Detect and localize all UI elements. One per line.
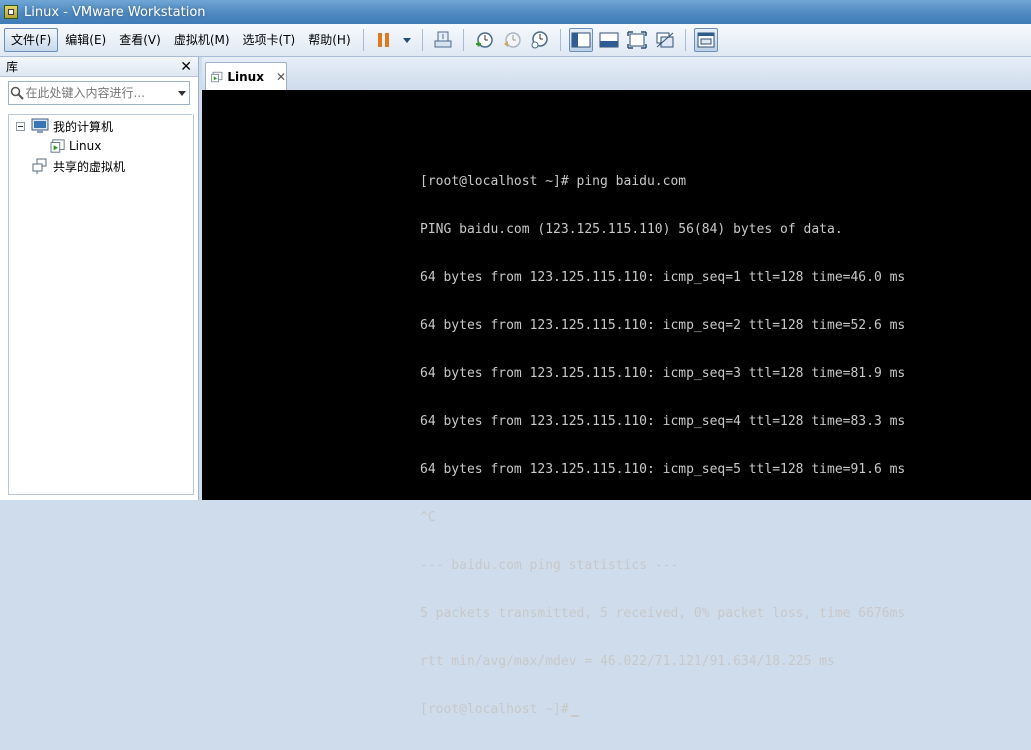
pause-icon xyxy=(378,33,390,47)
menu-toolbar: 文件(F) 编辑(E) 查看(V) 虚拟机(M) 选项卡(T) 帮助(H) xyxy=(0,24,1031,57)
menu-file[interactable]: 文件(F) xyxy=(4,28,59,52)
tree-item-shared-vms[interactable]: 共享的虚拟机 xyxy=(32,157,125,175)
tab-label: Linux xyxy=(227,69,264,84)
terminal-line: rtt min/avg/max/mdev = 46.022/71.121/91.… xyxy=(420,654,835,669)
vmware-app-icon xyxy=(4,5,18,19)
window-title: Linux - VMware Workstation xyxy=(24,4,206,20)
library-search-box[interactable] xyxy=(8,81,190,105)
library-header: 库 ✕ xyxy=(0,57,198,77)
tree-item-label: Linux xyxy=(69,139,102,153)
send-ctrl-alt-del-icon xyxy=(434,31,452,48)
terminal-line: --- baidu.com ping statistics --- xyxy=(420,558,679,573)
terminal-line: 64 bytes from 123.125.115.110: icmp_seq=… xyxy=(420,318,906,333)
snapshot-take-icon xyxy=(475,32,493,48)
thumbnail-view-icon xyxy=(697,32,715,48)
tab-strip: Linux ✕ xyxy=(202,57,1031,90)
terminal-line: ^C xyxy=(420,510,436,525)
collapse-icon[interactable] xyxy=(16,121,25,131)
snapshot-manager-icon xyxy=(531,31,548,49)
terminal-line: 64 bytes from 123.125.115.110: icmp_seq=… xyxy=(420,270,906,285)
menu-vm[interactable]: 虚拟机(M) xyxy=(168,29,236,51)
snapshot-revert-icon xyxy=(503,32,521,48)
terminal-line: 64 bytes from 123.125.115.110: icmp_seq=… xyxy=(420,366,906,381)
vm-running-icon xyxy=(50,139,65,153)
vm-console[interactable]: [root@localhost ~]# ping baidu.com PING … xyxy=(202,90,1031,717)
vm-running-icon xyxy=(211,71,223,82)
send-ctrl-alt-del-button[interactable] xyxy=(431,28,455,52)
toolbar-separator xyxy=(421,29,423,51)
tab-linux[interactable]: Linux ✕ xyxy=(205,62,287,90)
terminal-line: 64 bytes from 123.125.115.110: icmp_seq=… xyxy=(420,462,906,477)
shared-vms-icon xyxy=(32,158,47,174)
toolbar-separator xyxy=(684,29,686,51)
unity-icon xyxy=(656,32,674,48)
toolbar-separator xyxy=(559,29,561,51)
library-panel: 库 ✕ 我的计算机 Linux xyxy=(0,57,199,500)
snapshot-manager-button[interactable] xyxy=(528,28,552,52)
terminal-prompt: [root@localhost ~]# xyxy=(420,702,569,717)
menu-help[interactable]: 帮助(H) xyxy=(302,29,356,51)
close-icon[interactable]: ✕ xyxy=(180,60,192,74)
terminal-line: 64 bytes from 123.125.115.110: icmp_seq=… xyxy=(420,414,906,429)
search-dropdown-button[interactable] xyxy=(176,90,190,96)
tree-item-my-computer[interactable]: 我的计算机 xyxy=(16,117,113,135)
search-icon xyxy=(9,82,26,104)
revert-snapshot-button[interactable] xyxy=(500,28,524,52)
take-snapshot-button[interactable] xyxy=(472,28,496,52)
close-icon[interactable]: ✕ xyxy=(276,70,286,84)
unity-button[interactable] xyxy=(653,28,677,52)
library-title: 库 xyxy=(6,60,19,74)
menu-view[interactable]: 查看(V) xyxy=(113,29,167,51)
pause-button[interactable] xyxy=(372,28,396,52)
library-view-button[interactable] xyxy=(568,28,593,52)
terminal-prompt-line: [root@localhost ~]# xyxy=(420,702,905,718)
thumbnail-view-button[interactable] xyxy=(693,28,718,52)
tree-item-label: 我的计算机 xyxy=(53,119,114,134)
toolbar-separator xyxy=(462,29,464,51)
console-view-icon xyxy=(599,32,619,48)
search-input[interactable] xyxy=(25,83,176,103)
console-view-button[interactable] xyxy=(597,28,621,52)
terminal-output: [root@localhost ~]# ping baidu.com PING … xyxy=(420,142,905,750)
menu-edit[interactable]: 编辑(E) xyxy=(59,29,112,51)
power-dropdown-button[interactable] xyxy=(400,28,414,52)
terminal-line: 5 packets transmitted, 5 received, 0% pa… xyxy=(420,606,906,621)
dropdown-icon xyxy=(402,37,411,43)
terminal-line: PING baidu.com (123.125.115.110) 56(84) … xyxy=(420,222,843,237)
computer-icon xyxy=(31,118,49,133)
tree-item-linux[interactable]: Linux xyxy=(50,137,101,155)
window-title-bar[interactable]: Linux - VMware Workstation xyxy=(0,0,1031,24)
terminal-line: [root@localhost ~]# ping baidu.com xyxy=(420,174,687,189)
chevron-down-icon xyxy=(178,90,187,96)
fullscreen-icon xyxy=(626,31,647,49)
toolbar-separator xyxy=(362,29,364,51)
fullscreen-button[interactable] xyxy=(625,28,649,52)
text-cursor xyxy=(570,715,579,717)
library-view-icon xyxy=(571,32,591,48)
menu-tabs[interactable]: 选项卡(T) xyxy=(237,29,302,51)
tree-item-label: 共享的虚拟机 xyxy=(53,159,126,174)
